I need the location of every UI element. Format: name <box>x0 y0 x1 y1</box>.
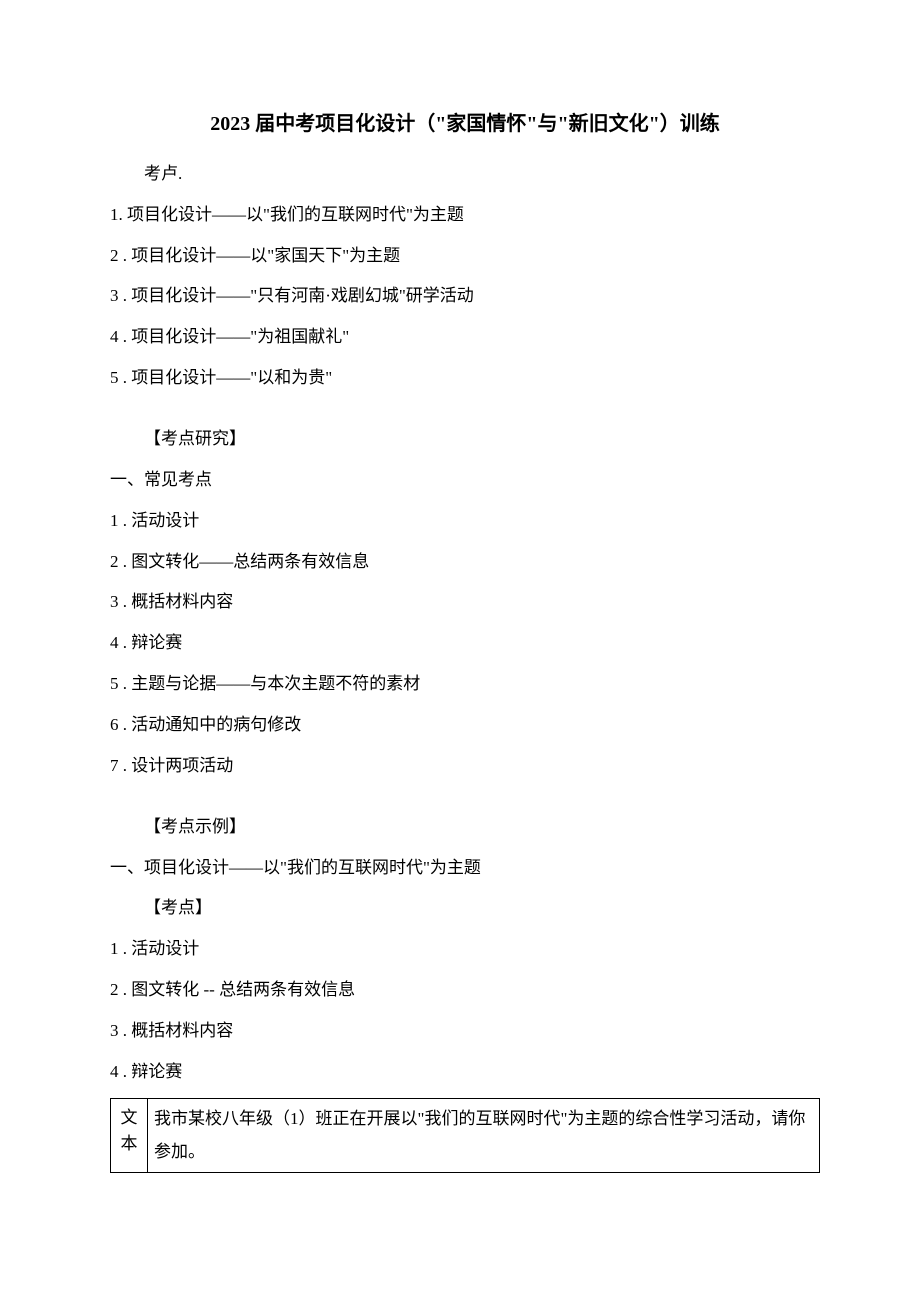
list-item: 5 . 主题与论据——与本次主题不符的素材 <box>110 664 820 705</box>
label-char: 本 <box>115 1131 143 1157</box>
list-item: 7 . 设计两项活动 <box>110 746 820 787</box>
kaodian-shili-heading: 【考点示例】 <box>110 807 820 848</box>
list-item: 5 . 项目化设计——"以和为贵" <box>110 358 820 399</box>
list-item: 2 . 图文转化 -- 总结两条有效信息 <box>110 970 820 1011</box>
list-item: 3 . 项目化设计——"只有河南·戏剧幻城"研学活动 <box>110 276 820 317</box>
document-page: 2023 届中考项目化设计（"家国情怀"与"新旧文化"）训练 考卢. 1. 项目… <box>0 0 920 1301</box>
kaodian-yanjiu-heading: 【考点研究】 <box>110 419 820 460</box>
kaodian-label: 【考点】 <box>110 888 820 929</box>
spacer <box>110 399 820 419</box>
common-kaodian-list: 1 . 活动设计 2 . 图文转化——总结两条有效信息 3 . 概括材料内容 4… <box>110 501 820 787</box>
content-table: 文 本 我市某校八年级（1）班正在开展以"我们的互联网时代"为主题的综合性学习活… <box>110 1098 820 1173</box>
list-item: 1. 项目化设计——以"我们的互联网时代"为主题 <box>110 195 820 236</box>
example-kaodian-list: 1 . 活动设计 2 . 图文转化 -- 总结两条有效信息 3 . 概括材料内容… <box>110 929 820 1092</box>
list-item: 4 . 辩论赛 <box>110 1052 820 1093</box>
kaolu-label: 考卢. <box>110 154 820 195</box>
list-item: 2 . 图文转化——总结两条有效信息 <box>110 542 820 583</box>
list-item: 2 . 项目化设计——以"家国天下"为主题 <box>110 236 820 277</box>
section-themes: 1. 项目化设计——以"我们的互联网时代"为主题 2 . 项目化设计——以"家国… <box>110 195 820 399</box>
spacer <box>110 786 820 806</box>
list-item: 6 . 活动通知中的病句修改 <box>110 705 820 746</box>
common-kaodian-label: 一、常见考点 <box>110 460 820 501</box>
table-label-cell: 文 本 <box>111 1099 148 1173</box>
list-item: 4 . 项目化设计——"为祖国献礼" <box>110 317 820 358</box>
list-item: 3 . 概括材料内容 <box>110 582 820 623</box>
list-item: 4 . 辩论赛 <box>110 623 820 664</box>
list-item: 3 . 概括材料内容 <box>110 1011 820 1052</box>
document-title: 2023 届中考项目化设计（"家国情怀"与"新旧文化"）训练 <box>110 100 820 148</box>
list-item: 1 . 活动设计 <box>110 929 820 970</box>
list-item: 1 . 活动设计 <box>110 501 820 542</box>
label-char: 文 <box>115 1105 143 1131</box>
table-text-cell: 我市某校八年级（1）班正在开展以"我们的互联网时代"为主题的综合性学习活动，请你… <box>148 1099 820 1173</box>
example-title: 一、项目化设计——以"我们的互联网时代"为主题 <box>110 848 820 889</box>
